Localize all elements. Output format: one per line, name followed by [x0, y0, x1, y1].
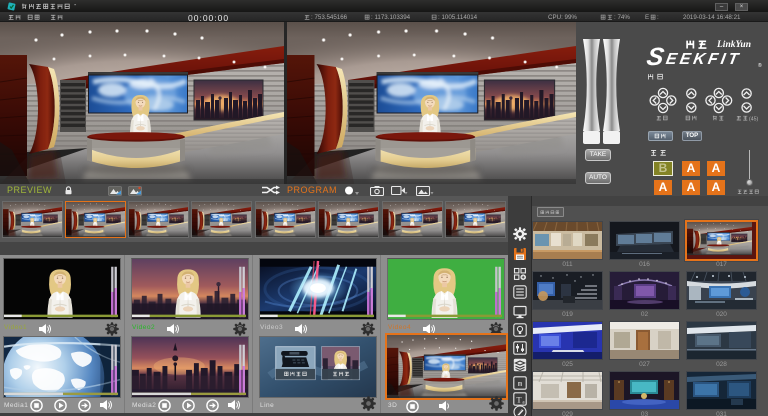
svg-text:(45): (45)	[749, 116, 758, 122]
svg-text:m: m	[518, 381, 522, 389]
